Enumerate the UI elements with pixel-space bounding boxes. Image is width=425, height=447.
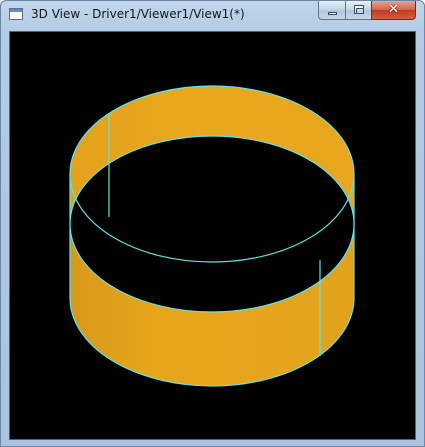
3d-scene <box>69 85 355 387</box>
window-title: 3D View - Driver1/Viewer1/View1(*) <box>31 7 245 21</box>
3d-viewport[interactable] <box>9 31 416 440</box>
title-bar[interactable]: 3D View - Driver1/Viewer1/View1(*) ✕ <box>1 1 424 29</box>
close-icon: ✕ <box>388 2 399 17</box>
window-controls: ✕ <box>318 1 416 20</box>
maximize-button[interactable] <box>345 1 371 20</box>
maximize-icon <box>354 5 364 14</box>
window-app-icon[interactable] <box>9 8 23 20</box>
close-button[interactable]: ✕ <box>371 1 416 20</box>
minimize-icon <box>328 12 337 15</box>
application-window: 3D View - Driver1/Viewer1/View1(*) ✕ <box>0 0 425 447</box>
cylinder-inner-wall <box>70 86 354 224</box>
minimize-button[interactable] <box>318 1 345 20</box>
cylinder-outer-band <box>70 224 354 386</box>
